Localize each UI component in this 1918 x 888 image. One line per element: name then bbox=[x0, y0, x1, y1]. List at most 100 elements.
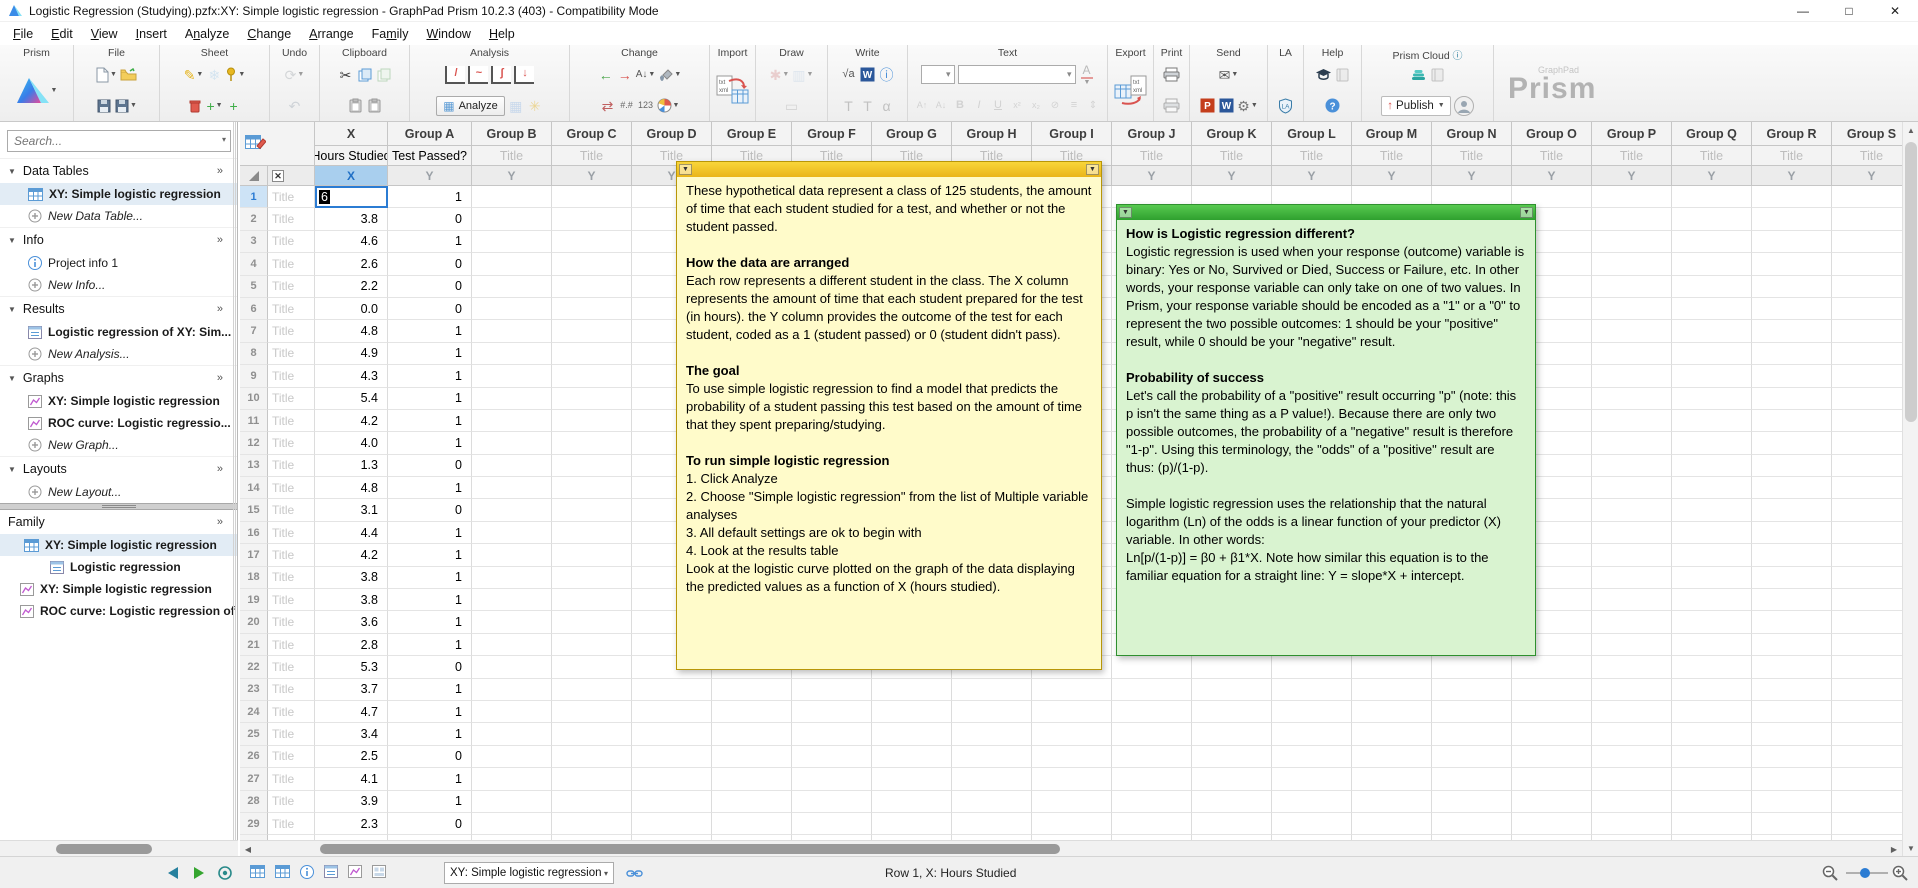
subheader-y[interactable]: Y bbox=[1832, 166, 1912, 186]
cell-empty[interactable] bbox=[552, 701, 632, 723]
row-number[interactable]: 23 bbox=[240, 679, 268, 701]
subheader-y[interactable]: Y bbox=[1432, 166, 1512, 186]
italic-icon[interactable]: I bbox=[971, 95, 987, 117]
cell-empty[interactable] bbox=[1112, 791, 1192, 813]
cell-empty[interactable] bbox=[792, 679, 872, 701]
nav-record-icon[interactable] bbox=[218, 857, 232, 888]
prism-menu-icon[interactable]: ▼ bbox=[16, 79, 58, 101]
row-title-cell[interactable]: Title bbox=[268, 791, 315, 813]
account-icon[interactable] bbox=[1454, 95, 1474, 117]
cell-empty[interactable] bbox=[1272, 813, 1352, 835]
cell-empty[interactable] bbox=[1832, 499, 1912, 521]
cell-empty[interactable] bbox=[1512, 746, 1592, 768]
cell-empty[interactable] bbox=[1592, 499, 1672, 521]
cell-empty[interactable] bbox=[1592, 634, 1672, 656]
row-title-cell[interactable]: Title bbox=[268, 410, 315, 432]
cell-empty[interactable] bbox=[1752, 768, 1832, 790]
subheader-y[interactable]: Y bbox=[1752, 166, 1832, 186]
cell-empty[interactable] bbox=[1592, 388, 1672, 410]
cell-empty[interactable] bbox=[1672, 813, 1752, 835]
cell-empty[interactable] bbox=[1592, 746, 1672, 768]
print-preview-icon[interactable] bbox=[1163, 95, 1180, 117]
cell-empty[interactable] bbox=[1752, 343, 1832, 365]
help-icon[interactable]: ? bbox=[1325, 95, 1341, 117]
row-number[interactable]: 3 bbox=[240, 231, 268, 253]
cell-x[interactable]: 4.3 bbox=[315, 365, 388, 387]
cell-empty[interactable] bbox=[1032, 791, 1112, 813]
font-color-icon[interactable]: A▼ bbox=[1079, 64, 1095, 86]
new-sheet-icon[interactable]: +▼ bbox=[206, 95, 222, 117]
cell-empty[interactable] bbox=[1032, 723, 1112, 745]
cell-empty[interactable] bbox=[1832, 791, 1912, 813]
column-title-group-a[interactable]: Test Passed? bbox=[388, 146, 472, 166]
cell-empty[interactable] bbox=[1832, 611, 1912, 633]
cell-empty[interactable] bbox=[1832, 410, 1912, 432]
cell-empty[interactable] bbox=[1752, 679, 1832, 701]
cell-empty[interactable] bbox=[1112, 679, 1192, 701]
cell-empty[interactable] bbox=[1592, 522, 1672, 544]
cell-empty[interactable] bbox=[1672, 544, 1752, 566]
cell-empty[interactable] bbox=[1432, 723, 1512, 745]
cell-y[interactable]: 1 bbox=[388, 679, 472, 701]
column-header[interactable]: Group C bbox=[552, 122, 632, 146]
cell-empty[interactable] bbox=[552, 634, 632, 656]
column-header-group-a[interactable]: Group A bbox=[388, 122, 472, 146]
cell-empty[interactable] bbox=[632, 723, 712, 745]
paste-icon[interactable] bbox=[347, 95, 363, 117]
cell-x[interactable]: 4.1 bbox=[315, 768, 388, 790]
subscript-icon[interactable]: x₂ bbox=[1028, 95, 1044, 117]
cell-empty[interactable] bbox=[472, 656, 552, 678]
cell-empty[interactable] bbox=[472, 589, 552, 611]
cell-y[interactable]: 1 bbox=[388, 343, 472, 365]
cell-empty[interactable] bbox=[1832, 298, 1912, 320]
section-more-icon[interactable]: » bbox=[217, 165, 223, 177]
cell-empty[interactable] bbox=[1672, 477, 1752, 499]
column-title-placeholder[interactable]: Title bbox=[1432, 146, 1512, 166]
cell-y[interactable]: 0 bbox=[388, 208, 472, 230]
column-title-placeholder[interactable]: Title bbox=[1592, 146, 1672, 166]
cell-empty[interactable] bbox=[1272, 656, 1352, 678]
cell-empty[interactable] bbox=[1752, 634, 1832, 656]
cell-empty[interactable] bbox=[952, 679, 1032, 701]
sidebar-item[interactable]: New Info... bbox=[0, 274, 237, 296]
cell-empty[interactable] bbox=[952, 701, 1032, 723]
column-title-placeholder[interactable]: Title bbox=[1672, 146, 1752, 166]
scroll-down-icon[interactable]: ▼ bbox=[1903, 840, 1918, 856]
font-size-select-icon[interactable]: ▾ bbox=[921, 65, 955, 84]
cell-empty[interactable] bbox=[792, 701, 872, 723]
cell-y[interactable]: 0 bbox=[388, 746, 472, 768]
sheet-selector[interactable]: XY: Simple logistic regression ▾ bbox=[444, 862, 614, 884]
cell-empty[interactable] bbox=[1832, 679, 1912, 701]
cell-x[interactable]: 5.4 bbox=[315, 388, 388, 410]
cell-empty[interactable] bbox=[1832, 589, 1912, 611]
cell-empty[interactable] bbox=[552, 410, 632, 432]
row-title-cell[interactable]: Title bbox=[268, 477, 315, 499]
column-header[interactable]: Group K bbox=[1192, 122, 1272, 146]
cell-empty[interactable] bbox=[1032, 679, 1112, 701]
text-serif-icon[interactable]: T bbox=[860, 95, 876, 117]
print-icon[interactable] bbox=[1163, 64, 1180, 86]
section-more-icon[interactable]: » bbox=[217, 234, 223, 246]
row-title-cell[interactable]: Title bbox=[268, 231, 315, 253]
cell-empty[interactable] bbox=[1592, 567, 1672, 589]
column-title-placeholder[interactable]: Title bbox=[552, 146, 632, 166]
transform-icon[interactable]: ✳ bbox=[527, 95, 543, 117]
scroll-right-icon[interactable]: ▶ bbox=[1886, 841, 1902, 857]
cell-x[interactable]: 3.8 bbox=[315, 208, 388, 230]
column-header-x[interactable]: X bbox=[315, 122, 388, 146]
cell-empty[interactable] bbox=[472, 813, 552, 835]
row-number[interactable]: 26 bbox=[240, 746, 268, 768]
cell-x[interactable]: 3.6 bbox=[315, 611, 388, 633]
cell-empty[interactable] bbox=[712, 813, 792, 835]
cell-empty[interactable] bbox=[1352, 746, 1432, 768]
cell-empty[interactable] bbox=[1512, 679, 1592, 701]
row-number[interactable]: 8 bbox=[240, 343, 268, 365]
export-icon[interactable]: txtxml bbox=[1114, 79, 1148, 101]
row-title-cell[interactable]: Title bbox=[268, 679, 315, 701]
row-title-cell[interactable]: Title bbox=[268, 634, 315, 656]
cell-empty[interactable] bbox=[712, 791, 792, 813]
row-title-cell[interactable]: Title bbox=[268, 656, 315, 678]
cell-empty[interactable] bbox=[472, 746, 552, 768]
column-header[interactable]: Group E bbox=[712, 122, 792, 146]
row-number[interactable]: 5 bbox=[240, 276, 268, 298]
